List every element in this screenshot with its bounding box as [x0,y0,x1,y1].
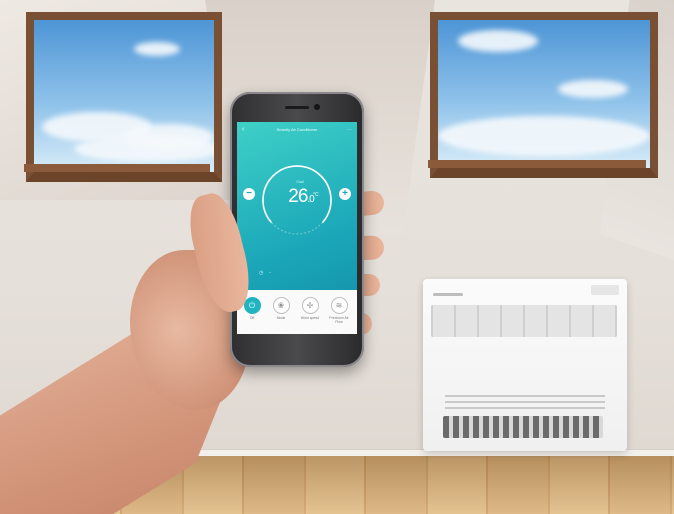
cloud [74,136,214,162]
louver-line [445,407,605,409]
window-sill [24,164,210,172]
louver-line [445,395,605,397]
air-conditioner-unit [423,279,627,451]
speaker-grille [285,106,309,109]
mode-control[interactable]: ❀ Mode [269,297,293,320]
decrease-temperature-button[interactable]: − [243,188,255,200]
app-screen: ‹ Smartly Air Conditioner ⋯ − + Cool 26.… [237,122,357,334]
status-icons: ◷◦ [259,270,277,276]
temperature-value: 26 [288,186,308,207]
smartphone: ‹ Smartly Air Conditioner ⋯ − + Cool 26.… [230,92,364,367]
cloud [558,80,628,98]
cloud [134,42,180,56]
app-title: Smartly Air Conditioner [276,127,318,132]
temperature-unit: °C [313,192,319,198]
control-label: Mode [276,316,286,320]
control-label: Precision Air Flow [329,316,349,324]
fan-icon: ✢ [301,297,319,314]
airflow-icon: ≋ [330,297,348,314]
phone-bezel-bottom [237,336,357,362]
control-label: Off [249,316,255,320]
temperature-readout: 26.0 [271,186,331,208]
louver-line [445,401,605,403]
timer-icon: ◷ [259,270,270,276]
signal-icon: ◦ [269,270,278,276]
wind-speed-control[interactable]: ✢ Wind speed [298,297,322,320]
bottom-air-intake-grille [443,416,603,438]
room-scene: ‹ Smartly Air Conditioner ⋯ − + Cool 26.… [0,0,674,514]
brand-logo [433,293,463,296]
skylight-left [26,12,222,182]
control-label: Wind speed [300,316,320,320]
more-icon[interactable]: ⋯ [347,125,352,135]
front-camera [314,104,320,110]
top-air-outlet [431,305,617,337]
mode-icon: ❀ [272,297,290,314]
cloud [458,30,538,52]
skylight-right [430,12,658,178]
window-sill [428,160,646,168]
airflow-control[interactable]: ≋ Precision Air Flow [327,297,351,324]
thermostat-panel: ‹ Smartly Air Conditioner ⋯ − + Cool 26.… [237,122,357,290]
mode-indicator: Cool [296,180,304,184]
control-bar: ⏻ Off ❀ Mode ✢ Wind speed ≋ Precision Ai… [237,290,357,334]
display-panel [591,285,619,295]
cloud [438,116,650,156]
increase-temperature-button[interactable]: + [339,188,351,200]
